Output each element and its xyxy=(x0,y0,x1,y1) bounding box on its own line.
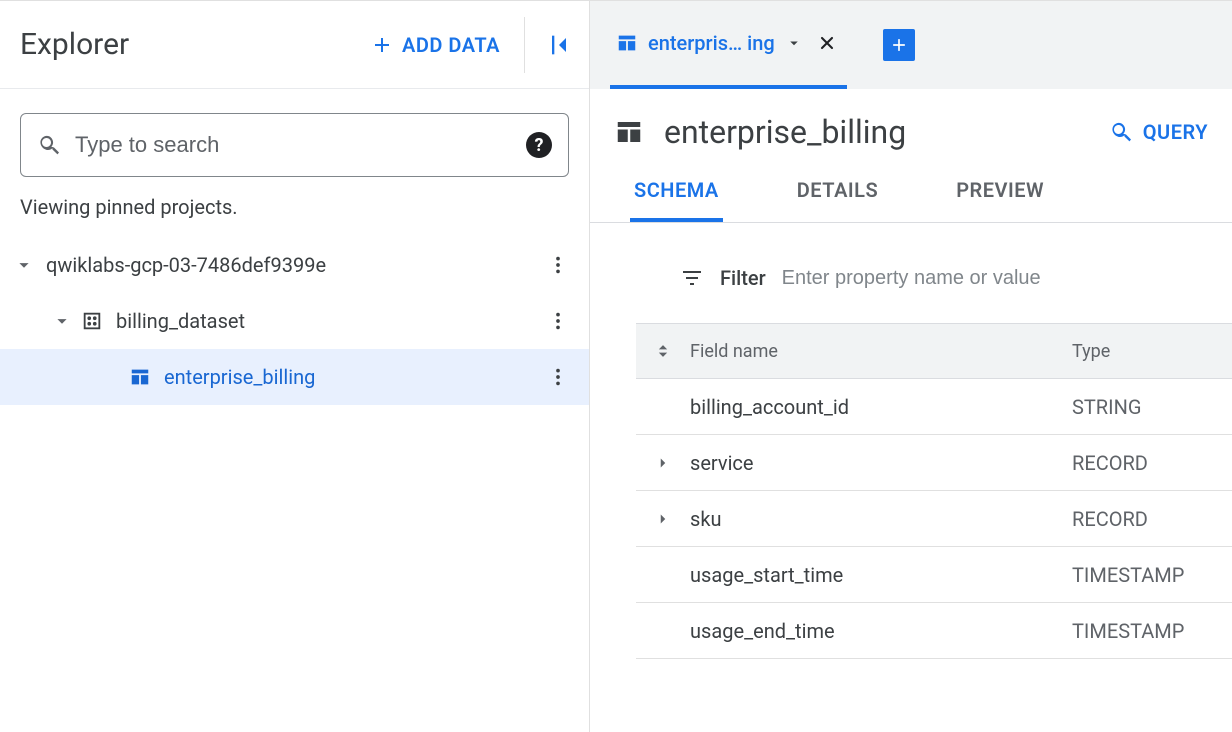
tab-details[interactable]: DETAILS xyxy=(793,178,882,222)
chevron-down-icon xyxy=(13,254,35,276)
field-name: service xyxy=(690,451,1072,475)
sort-toggle[interactable] xyxy=(636,341,690,361)
plus-icon xyxy=(889,35,909,55)
object-subtabs: SCHEMA DETAILS PREVIEW xyxy=(590,167,1232,223)
schema-area: Filter Field name Type billing_account_i… xyxy=(590,223,1232,659)
table-icon xyxy=(616,32,638,54)
resource-tree: qwiklabs-gcp-03-7486def9399e billing_dat… xyxy=(0,233,589,405)
caret-down-icon[interactable] xyxy=(785,34,803,52)
add-data-button[interactable]: ADD DATA xyxy=(358,25,512,65)
field-name: usage_end_time xyxy=(690,619,1072,643)
explorer-panel: Explorer ADD DATA ? Viewing pinned xyxy=(0,0,590,732)
search-area: ? xyxy=(0,89,589,185)
filter-input[interactable] xyxy=(782,267,1192,290)
field-type: RECORD xyxy=(1072,451,1232,475)
field-type: RECORD xyxy=(1072,507,1232,531)
search-icon xyxy=(37,133,61,157)
tab-schema[interactable]: SCHEMA xyxy=(630,178,723,222)
explorer-title: Explorer xyxy=(20,27,129,62)
add-data-label: ADD DATA xyxy=(402,33,500,57)
field-type: STRING xyxy=(1072,395,1232,419)
object-header: enterprise_billing QUERY xyxy=(590,89,1232,167)
sort-icon xyxy=(653,341,673,361)
search-input[interactable] xyxy=(75,132,512,158)
dataset-actions-button[interactable] xyxy=(543,306,573,336)
header-type: Type xyxy=(1072,341,1232,362)
document-tab-bar: enterpris… ing xyxy=(590,1,1232,89)
collapse-left-icon xyxy=(545,31,573,59)
field-type: TIMESTAMP xyxy=(1072,563,1232,587)
project-actions-button[interactable] xyxy=(543,250,573,280)
schema-table: Field name Type billing_account_id STRIN… xyxy=(636,323,1232,659)
document-tab-label: enterpris… ing xyxy=(648,31,775,55)
plus-icon xyxy=(370,33,394,57)
object-title: enterprise_billing xyxy=(664,113,1089,151)
tree-project-row[interactable]: qwiklabs-gcp-03-7486def9399e xyxy=(0,237,589,293)
schema-table-header: Field name Type xyxy=(636,323,1232,379)
close-tab-button[interactable] xyxy=(813,29,841,57)
new-tab-button[interactable] xyxy=(883,29,915,61)
schema-row[interactable]: usage_start_time TIMESTAMP xyxy=(636,547,1232,603)
more-vert-icon xyxy=(547,254,569,276)
tree-table-label: enterprise_billing xyxy=(156,365,543,389)
more-vert-icon xyxy=(547,310,569,332)
field-name: sku xyxy=(690,507,1072,531)
dataset-icon xyxy=(76,310,108,332)
more-vert-icon xyxy=(547,366,569,388)
divider xyxy=(524,17,525,73)
explorer-header: Explorer ADD DATA xyxy=(0,1,589,89)
field-name: usage_start_time xyxy=(690,563,1072,587)
schema-row[interactable]: usage_end_time TIMESTAMP xyxy=(636,603,1232,659)
detail-panel: enterpris… ing enterprise_billing QUERY xyxy=(590,0,1232,732)
tree-dataset-row[interactable]: billing_dataset xyxy=(0,293,589,349)
table-actions-button[interactable] xyxy=(543,362,573,392)
close-icon xyxy=(817,33,837,53)
document-tab[interactable]: enterpris… ing xyxy=(610,1,847,89)
tree-dataset-label: billing_dataset xyxy=(108,309,543,333)
chevron-down-icon xyxy=(51,310,73,332)
query-label: QUERY xyxy=(1143,120,1208,144)
tree-project-label: qwiklabs-gcp-03-7486def9399e xyxy=(38,253,543,277)
table-icon xyxy=(124,366,156,388)
tree-table-row[interactable]: enterprise_billing xyxy=(0,349,589,405)
expand-right-icon[interactable] xyxy=(654,510,672,528)
schema-row[interactable]: billing_account_id STRING xyxy=(636,379,1232,435)
collapse-panel-button[interactable] xyxy=(537,23,581,67)
schema-filter-row: Filter xyxy=(590,253,1232,303)
filter-icon xyxy=(680,266,704,290)
search-icon xyxy=(1109,120,1133,144)
schema-row[interactable]: sku RECORD xyxy=(636,491,1232,547)
filter-label: Filter xyxy=(720,266,766,290)
field-name: billing_account_id xyxy=(690,395,1072,419)
help-icon[interactable]: ? xyxy=(526,132,552,158)
pinned-projects-note: Viewing pinned projects. xyxy=(0,185,589,233)
expand-right-icon[interactable] xyxy=(654,454,672,472)
header-field-name: Field name xyxy=(690,341,1072,362)
schema-row[interactable]: service RECORD xyxy=(636,435,1232,491)
search-box[interactable]: ? xyxy=(20,113,569,177)
tab-preview[interactable]: PREVIEW xyxy=(952,178,1048,222)
query-button[interactable]: QUERY xyxy=(1109,120,1208,144)
field-type: TIMESTAMP xyxy=(1072,619,1232,643)
table-icon xyxy=(614,117,644,147)
